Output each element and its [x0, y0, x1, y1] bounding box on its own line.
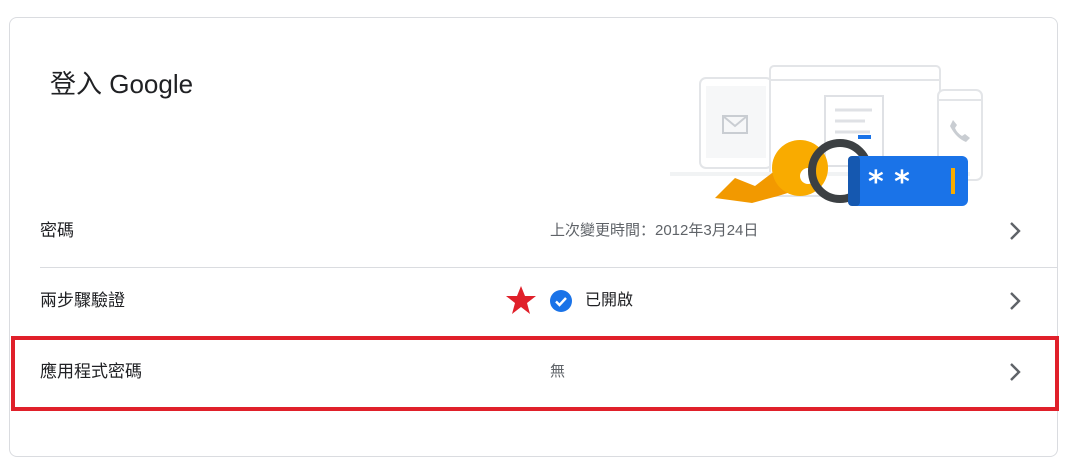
- svg-text:* *: * *: [868, 165, 910, 200]
- two-step-status: 已開啟: [585, 292, 634, 309]
- highlight-box-annotation: [11, 336, 1059, 411]
- chevron-right-icon: [1010, 222, 1021, 240]
- card-title: 登入 Google: [50, 69, 194, 99]
- password-row[interactable]: 密碼 上次變更時間：2012年3月24日: [40, 197, 1058, 265]
- chevron-right-icon: [1010, 292, 1021, 310]
- password-last-changed: 上次變更時間：2012年3月24日: [550, 222, 759, 239]
- two-step-verification-label: 兩步驟驗證: [40, 291, 125, 310]
- password-keys-illustration: * *: [670, 65, 983, 206]
- password-label: 密碼: [40, 221, 74, 240]
- two-step-verification-row[interactable]: 兩步驟驗證 已開啟: [40, 267, 1058, 335]
- check-circle-icon: [550, 290, 572, 312]
- star-annotation-icon: [506, 286, 536, 314]
